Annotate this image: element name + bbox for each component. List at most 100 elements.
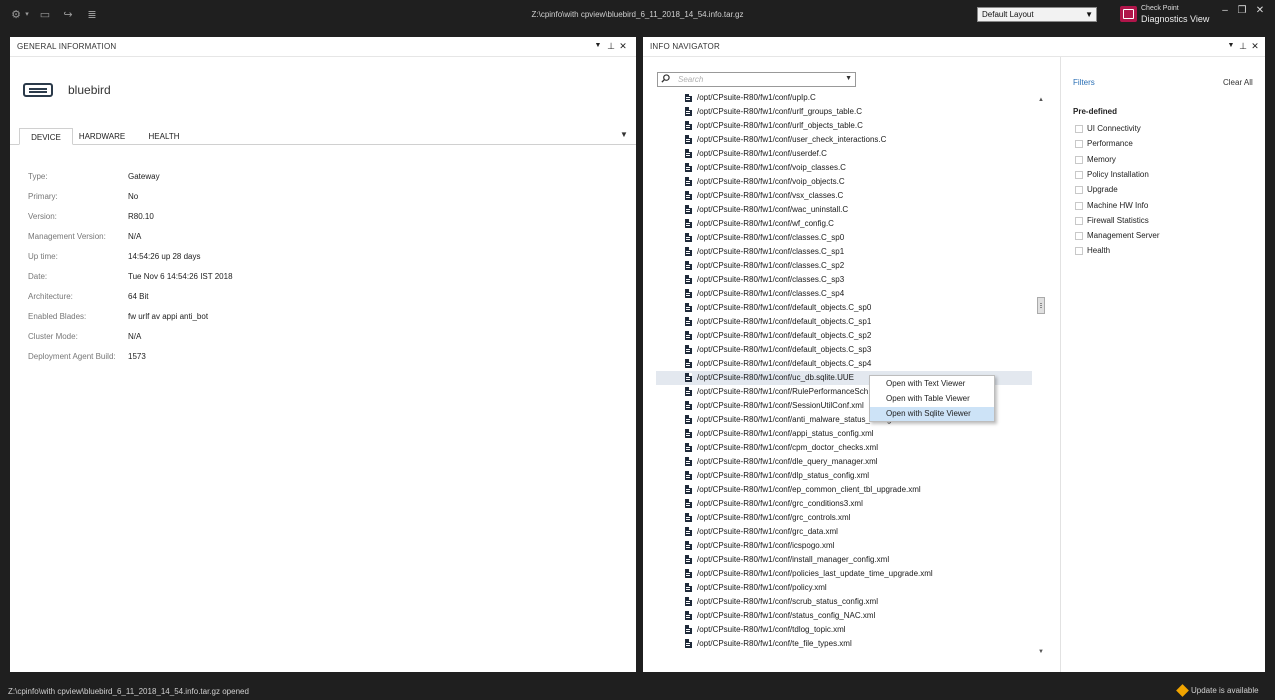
file-row[interactable]: /opt/CPsuite-R80/fw1/conf/dlp_status_con… — [656, 469, 1032, 483]
tab-divider — [10, 144, 636, 145]
file-row[interactable]: /opt/CPsuite-R80/fw1/conf/grc_controls.x… — [656, 511, 1032, 525]
file-row[interactable]: /opt/CPsuite-R80/fw1/conf/wf_config.C — [656, 217, 1032, 231]
file-icon — [685, 247, 692, 256]
file-row[interactable]: /opt/CPsuite-R80/fw1/conf/policy.xml — [656, 581, 1032, 595]
file-row[interactable]: /opt/CPsuite-R80/fw1/conf/status_config_… — [656, 609, 1032, 623]
file-row[interactable]: /opt/CPsuite-R80/fw1/conf/cpm_doctor_che… — [656, 441, 1032, 455]
checkbox[interactable] — [1075, 186, 1083, 195]
save-icon[interactable]: ▭ — [38, 8, 52, 22]
file-row[interactable]: /opt/CPsuite-R80/fw1/conf/grc_data.xml — [656, 525, 1032, 539]
file-icon — [685, 485, 692, 494]
tab-overflow-icon[interactable]: ▼ — [620, 130, 628, 139]
filter-label: Policy Installation — [1087, 169, 1149, 179]
menu-item-open-text-viewer[interactable]: Open with Text Viewer — [870, 377, 994, 391]
status-text: Z:\cpinfo\with cpview\bluebird_6_11_2018… — [8, 687, 249, 696]
file-row[interactable]: /opt/CPsuite-R80/fw1/conf/appi_status_co… — [656, 427, 1032, 441]
scroll-up-icon[interactable]: ▲ — [1037, 97, 1045, 105]
file-icon — [685, 443, 692, 452]
chevron-down-icon[interactable]: ▼ — [845, 75, 852, 82]
file-icon — [685, 205, 692, 214]
update-available-link[interactable]: Update is available — [1191, 686, 1259, 695]
file-row[interactable]: /opt/CPsuite-R80/fw1/conf/userdef.C — [656, 147, 1032, 161]
file-row[interactable]: /opt/CPsuite-R80/fw1/conf/classes.C_sp1 — [656, 245, 1032, 259]
checkbox[interactable] — [1075, 216, 1083, 225]
info-value: R80.10 — [128, 212, 154, 221]
file-icon — [685, 429, 692, 438]
file-icon — [685, 373, 692, 382]
file-row[interactable]: /opt/CPsuite-R80/fw1/conf/default_object… — [656, 315, 1032, 329]
file-name: /opt/CPsuite-R80/fw1/conf/classes.C_sp3 — [697, 275, 845, 284]
tab-device[interactable]: DEVICE — [19, 128, 73, 145]
file-row[interactable]: /opt/CPsuite-R80/fw1/conf/icspogo.xml — [656, 539, 1032, 553]
file-row[interactable]: /opt/CPsuite-R80/fw1/conf/default_object… — [656, 357, 1032, 371]
checkbox[interactable] — [1075, 155, 1083, 164]
info-value: No — [128, 192, 139, 201]
checkbox[interactable] — [1075, 140, 1083, 149]
update-warning-icon[interactable] — [1176, 684, 1189, 697]
search-input[interactable]: Search ▼ — [657, 72, 856, 87]
tab-health[interactable]: HEALTH — [138, 128, 190, 145]
file-row[interactable]: /opt/CPsuite-R80/fw1/conf/vsx_classes.C — [656, 189, 1032, 203]
filter-label: Management Server — [1087, 231, 1160, 241]
dropdown-arrow-icon[interactable]: ▼ — [1226, 41, 1236, 51]
file-row[interactable]: /opt/CPsuite-R80/fw1/conf/classes.C_sp4 — [656, 287, 1032, 301]
database-icon[interactable]: ≣ — [85, 8, 99, 22]
file-row[interactable]: /opt/CPsuite-R80/fw1/conf/te_file_types.… — [656, 637, 1032, 651]
checkbox[interactable] — [1075, 125, 1083, 133]
close-icon[interactable]: ✕ — [1250, 41, 1260, 51]
scroll-down-icon[interactable]: ▼ — [1037, 649, 1045, 657]
checkbox[interactable] — [1075, 247, 1083, 256]
file-row[interactable]: /opt/CPsuite-R80/fw1/conf/default_object… — [656, 329, 1032, 343]
file-icon — [685, 345, 692, 354]
file-name: /opt/CPsuite-R80/fw1/conf/classes.C_sp4 — [697, 289, 845, 298]
file-row[interactable]: /opt/CPsuite-R80/fw1/conf/classes.C_sp0 — [656, 231, 1032, 245]
menu-item-open-sqlite-viewer[interactable]: Open with Sqlite Viewer — [870, 407, 994, 421]
file-row[interactable]: /opt/CPsuite-R80/fw1/conf/voip_classes.C — [656, 161, 1032, 175]
file-row[interactable]: /opt/CPsuite-R80/fw1/conf/grc_conditions… — [656, 497, 1032, 511]
file-row[interactable]: /opt/CPsuite-R80/fw1/conf/tdlog_topic.xm… — [656, 623, 1032, 637]
menu-item-open-table-viewer[interactable]: Open with Table Viewer — [870, 392, 994, 406]
close-icon[interactable]: ✕ — [618, 41, 628, 51]
pin-icon[interactable]: ⊥ — [1238, 41, 1248, 51]
file-row[interactable]: /opt/CPsuite-R80/fw1/conf/dle_query_mana… — [656, 455, 1032, 469]
file-icon — [685, 177, 692, 186]
checkbox[interactable] — [1075, 170, 1083, 179]
layout-select[interactable]: Default Layout ▼ — [977, 7, 1097, 22]
file-row[interactable]: /opt/CPsuite-R80/fw1/conf/wac_uninstall.… — [656, 203, 1032, 217]
file-row[interactable]: /opt/CPsuite-R80/fw1/conf/urlf_objects_t… — [656, 119, 1032, 133]
file-name: /opt/CPsuite-R80/fw1/conf/urlf_objects_t… — [697, 121, 863, 130]
share-icon[interactable]: ↪ — [61, 8, 75, 22]
file-row[interactable]: /opt/CPsuite-R80/fw1/conf/urlf_groups_ta… — [656, 105, 1032, 119]
file-icon — [685, 401, 692, 410]
dropdown-arrow-icon[interactable]: ▼ — [593, 41, 603, 51]
file-row[interactable]: /opt/CPsuite-R80/fw1/conf/voip_objects.C — [656, 175, 1032, 189]
gateway-device-icon — [23, 83, 53, 97]
scrollbar-thumb[interactable] — [1037, 297, 1045, 314]
file-row[interactable]: /opt/CPsuite-R80/fw1/conf/user_check_int… — [656, 133, 1032, 147]
brand-line2: Diagnostics View — [1141, 14, 1210, 24]
file-row[interactable]: /opt/CPsuite-R80/fw1/conf/default_object… — [656, 301, 1032, 315]
file-row[interactable]: /opt/CPsuite-R80/fw1/conf/default_object… — [656, 343, 1032, 357]
pin-icon[interactable]: ⊥ — [606, 41, 616, 51]
file-row[interactable]: /opt/CPsuite-R80/fw1/conf/upIp.C — [656, 94, 1032, 105]
chevron-down-icon[interactable]: ▾ — [20, 8, 34, 22]
checkbox[interactable] — [1075, 201, 1083, 210]
clear-all-button[interactable]: Clear All — [1223, 78, 1253, 87]
file-row[interactable]: /opt/CPsuite-R80/fw1/conf/scrub_status_c… — [656, 595, 1032, 609]
file-row[interactable]: /opt/CPsuite-R80/fw1/conf/classes.C_sp2 — [656, 259, 1032, 273]
file-icon — [685, 303, 692, 312]
restore-icon[interactable]: ❐ — [1234, 4, 1250, 18]
checkbox[interactable] — [1075, 232, 1083, 241]
file-row[interactable]: /opt/CPsuite-R80/fw1/conf/install_manage… — [656, 553, 1032, 567]
file-icon — [685, 233, 692, 242]
file-list-scrollbar[interactable]: ▲ ▼ — [1037, 97, 1045, 657]
filter-label: Upgrade — [1087, 185, 1118, 195]
file-row[interactable]: /opt/CPsuite-R80/fw1/conf/classes.C_sp3 — [656, 273, 1032, 287]
file-row[interactable]: /opt/CPsuite-R80/fw1/conf/ep_common_clie… — [656, 483, 1032, 497]
close-icon[interactable]: ✕ — [1252, 4, 1268, 18]
file-row[interactable]: /opt/CPsuite-R80/fw1/conf/policies_last_… — [656, 567, 1032, 581]
minimize-icon[interactable]: ‒ — [1217, 4, 1233, 18]
info-label: Up time: — [28, 252, 58, 261]
filters-link[interactable]: Filters — [1073, 78, 1095, 87]
tab-hardware[interactable]: HARDWARE — [74, 128, 130, 145]
